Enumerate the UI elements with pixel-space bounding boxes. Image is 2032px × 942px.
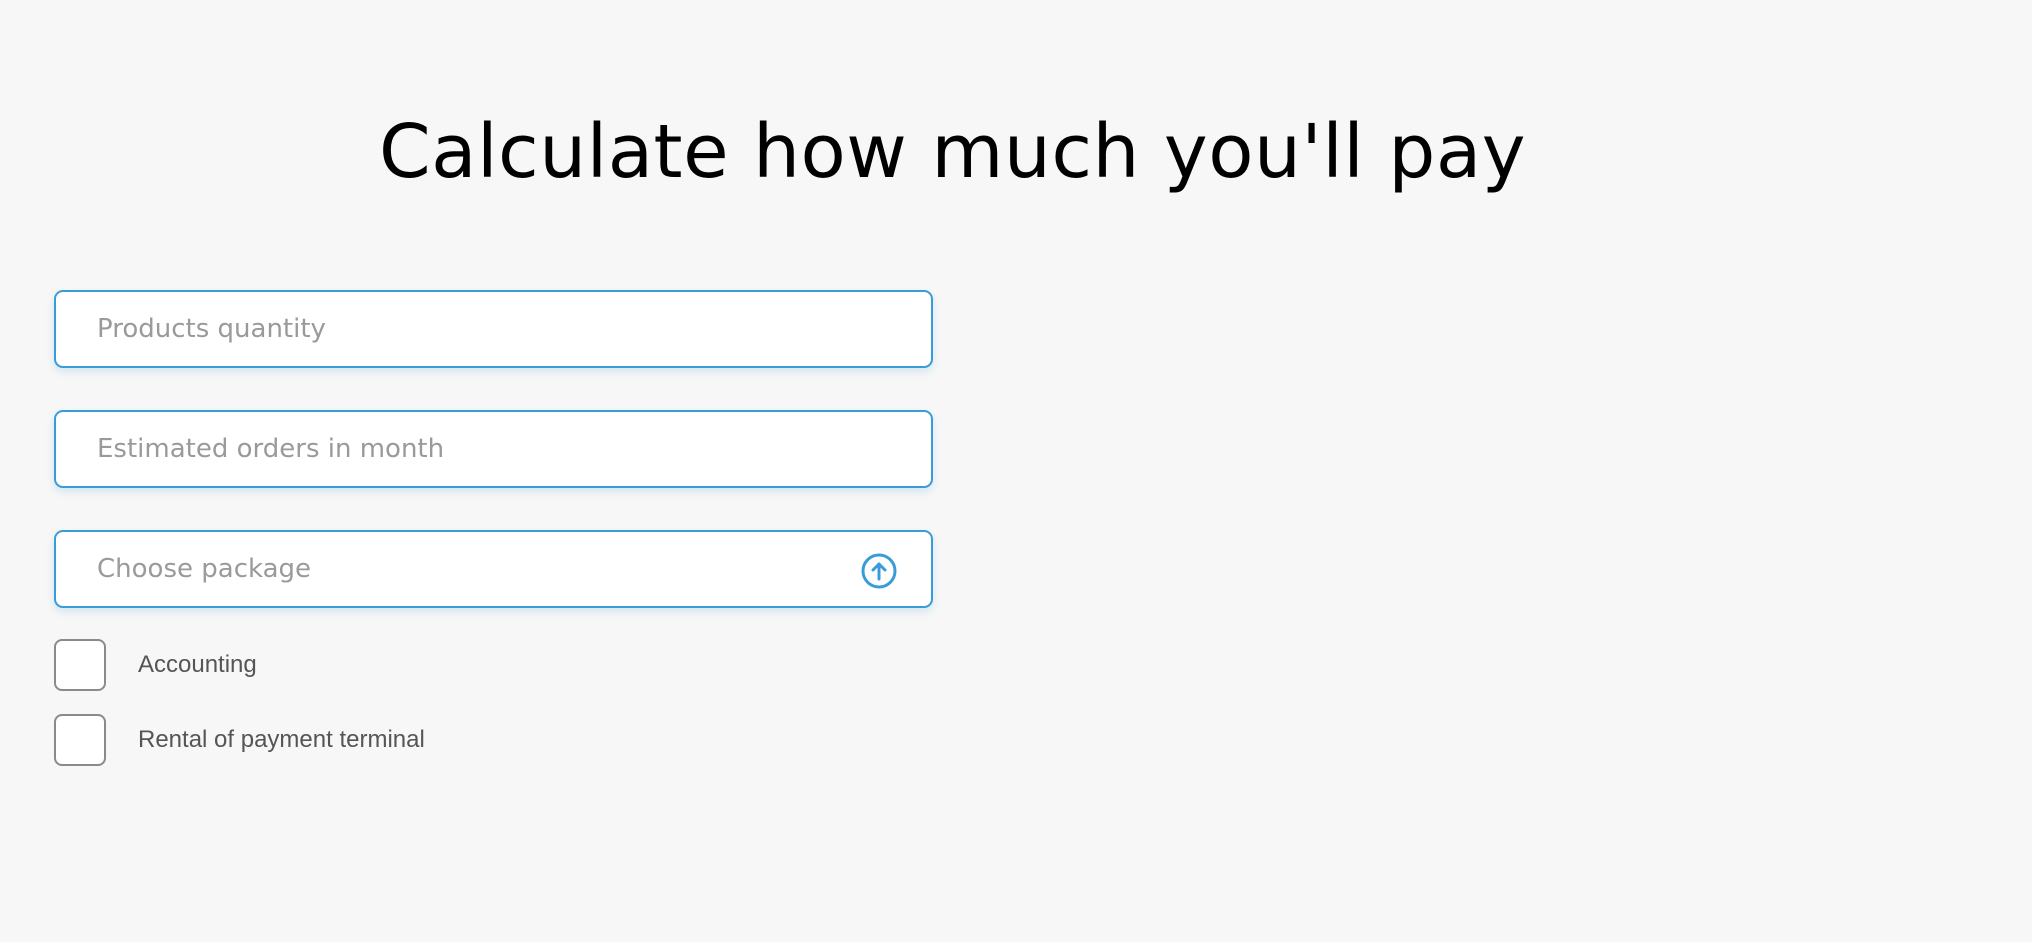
estimated-orders-input[interactable] (56, 412, 931, 486)
accounting-option[interactable]: Accounting (54, 639, 257, 691)
package-select[interactable]: Choose package (54, 530, 933, 608)
estimated-orders-field[interactable] (54, 410, 933, 488)
page-title: Calculate how much you'll pay (378, 109, 1526, 195)
arrow-up-circle-icon[interactable] (861, 553, 897, 589)
accounting-label[interactable]: Accounting (138, 651, 257, 679)
products-quantity-input[interactable] (56, 292, 931, 366)
payment-terminal-label[interactable]: Rental of payment terminal (138, 726, 425, 754)
payment-terminal-option[interactable]: Rental of payment terminal (54, 714, 425, 766)
products-quantity-field[interactable] (54, 290, 933, 368)
accounting-checkbox[interactable] (54, 639, 106, 691)
package-select-placeholder: Choose package (97, 554, 312, 584)
payment-terminal-checkbox[interactable] (54, 714, 106, 766)
